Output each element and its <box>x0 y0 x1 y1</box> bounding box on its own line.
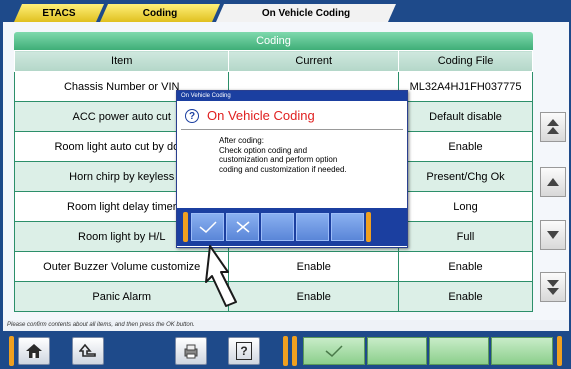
dialog-empty-slot <box>261 213 294 241</box>
message-line: coding and customization if needed. <box>219 164 347 174</box>
up-arrow-icon <box>547 178 559 186</box>
cell-coding-file: Long <box>398 191 533 222</box>
toolbar-separator <box>283 336 288 366</box>
cell-coding-file: Enable <box>398 281 533 312</box>
cell-coding-file: Full <box>398 221 533 252</box>
scroll-up-button[interactable] <box>540 167 566 197</box>
message-line: After coding: <box>219 136 264 145</box>
toolbar-separator <box>292 336 297 366</box>
cell-coding-file: Enable <box>398 251 533 282</box>
home-button[interactable] <box>18 337 50 365</box>
double-up-arrow-icon <box>547 119 559 134</box>
scroll-top-button[interactable] <box>540 112 566 142</box>
print-button[interactable] <box>175 337 207 365</box>
dialog-ok-button[interactable] <box>191 213 224 241</box>
tab-etacs[interactable]: ETACS <box>14 4 104 22</box>
toolbar-slot <box>491 337 553 365</box>
cell-coding-file: ML32A4HJ1FH037775 <box>398 71 533 102</box>
dialog-empty-slot <box>331 213 364 241</box>
on-vehicle-coding-dialog: On Vehicle Coding ? On Vehicle Coding Af… <box>176 90 408 248</box>
dialog-titlebar: On Vehicle Coding <box>177 91 407 101</box>
dialog-cancel-button[interactable] <box>226 213 259 241</box>
checkmark-icon <box>199 221 217 234</box>
toolbar-slot <box>429 337 489 365</box>
coding-table-title: Coding <box>14 32 533 50</box>
down-arrow-icon <box>547 231 559 239</box>
dialog-separator <box>183 212 188 242</box>
pointer-cursor-icon <box>205 245 237 307</box>
back-button[interactable] <box>72 337 104 365</box>
help-icon: ? <box>236 342 252 360</box>
dialog-heading: On Vehicle Coding <box>207 108 315 123</box>
printer-icon <box>184 344 198 359</box>
status-message: Please confirm contents about all items,… <box>3 320 569 331</box>
tab-on-vehicle-coding[interactable]: On Vehicle Coding <box>216 4 396 22</box>
column-header-item: Item <box>13 50 230 72</box>
bottom-toolbar: ? <box>0 331 571 369</box>
dialog-message: After coding: Check option coding and cu… <box>219 136 399 174</box>
message-line: customization and perform option <box>219 155 338 164</box>
cell-coding-file: Default disable <box>398 101 533 132</box>
dialog-separator <box>366 212 371 242</box>
up-arrow-icon <box>79 343 96 357</box>
ok-button[interactable] <box>303 337 365 365</box>
toolbar-separator <box>9 336 14 366</box>
toolbar-separator <box>557 336 562 366</box>
scroll-down-button[interactable] <box>540 220 566 250</box>
toolbar-slot <box>367 337 427 365</box>
column-header-current: Current <box>228 50 400 72</box>
home-icon <box>26 344 42 358</box>
table-row[interactable]: Outer Buzzer Volume customize Enable Ena… <box>13 251 533 282</box>
question-icon: ? <box>185 109 199 123</box>
table-row[interactable]: Panic Alarm Enable Enable <box>13 281 533 312</box>
tab-bar: ETACS Coding On Vehicle Coding <box>0 0 571 22</box>
column-header-coding-file: Coding File <box>398 50 533 72</box>
checkmark-icon <box>325 345 343 358</box>
dialog-empty-slot <box>296 213 329 241</box>
cell-coding-file: Enable <box>398 131 533 162</box>
cross-icon <box>236 221 249 233</box>
help-button[interactable]: ? <box>228 337 260 365</box>
scroll-bottom-button[interactable] <box>540 272 566 302</box>
dialog-divider <box>181 129 403 130</box>
double-down-arrow-icon <box>547 280 559 295</box>
tab-coding[interactable]: Coding <box>100 4 220 22</box>
message-line: Check option coding and <box>219 145 308 155</box>
cell-coding-file: Present/Chg Ok <box>398 161 533 192</box>
